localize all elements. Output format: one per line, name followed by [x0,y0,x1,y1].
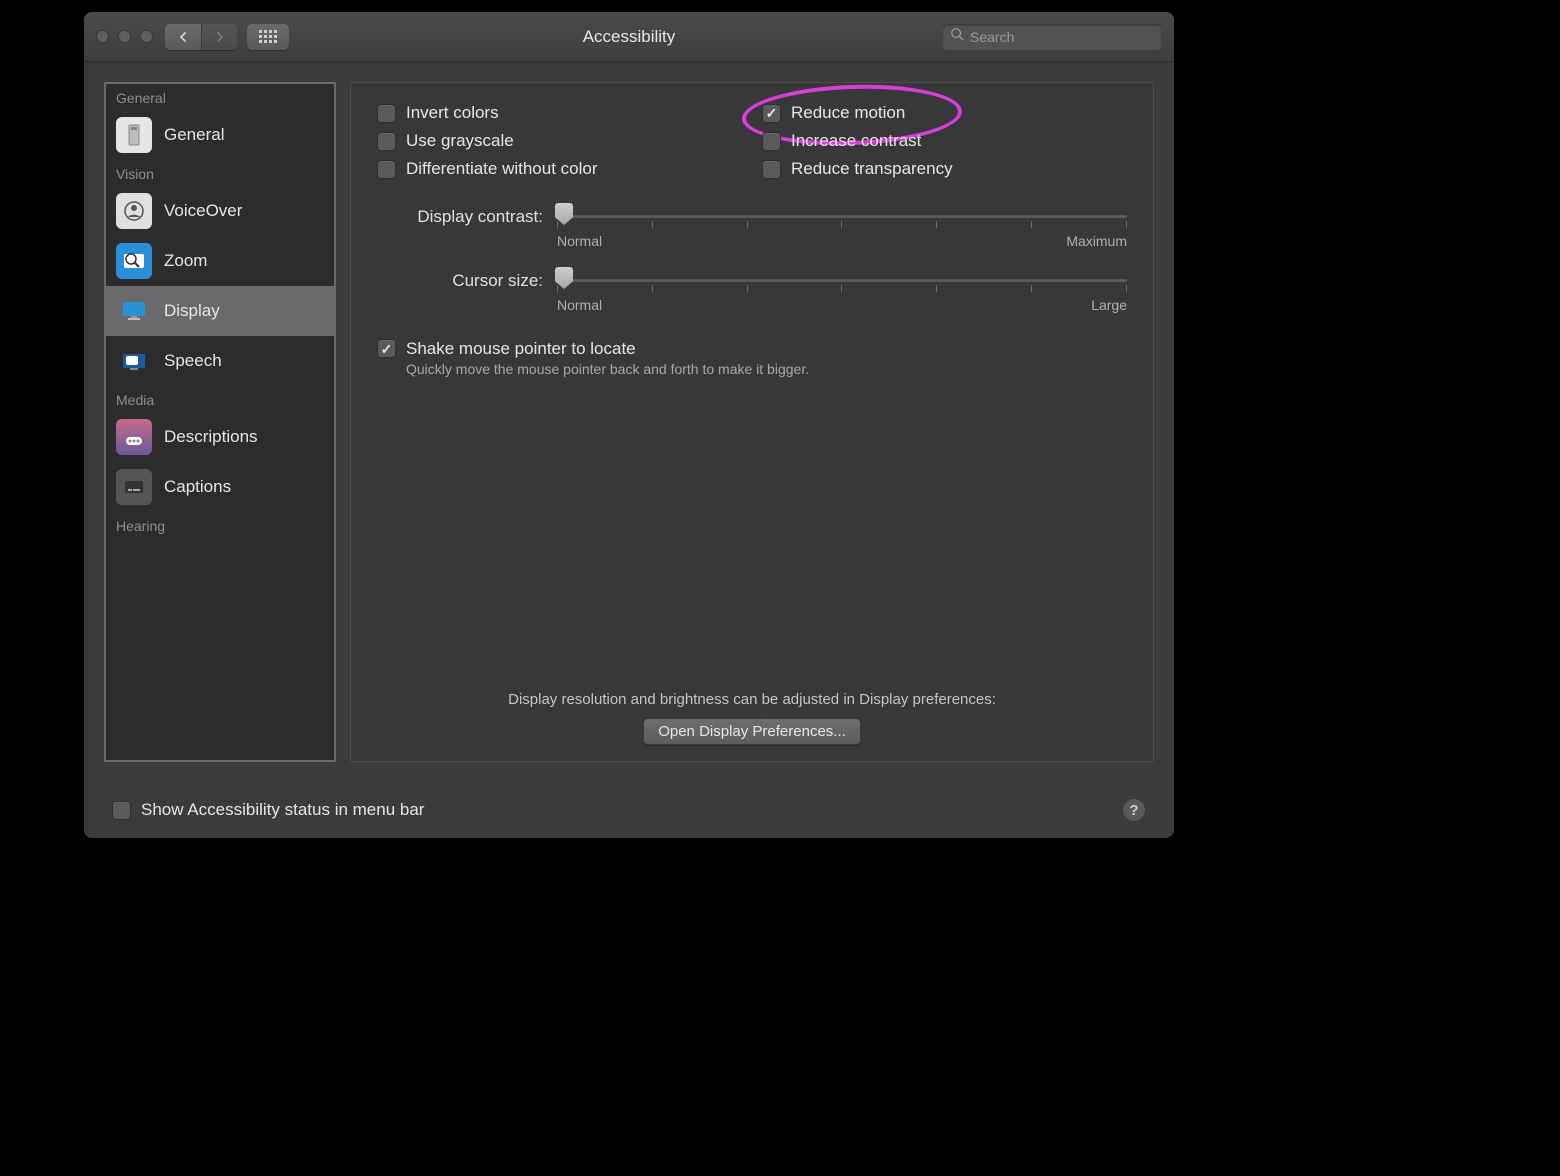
sidebar-section-media: Media [106,386,334,412]
reduce-motion-checkbox[interactable] [762,104,781,123]
footer: Show Accessibility status in menu bar ? [84,782,1174,838]
cursor-max-label: Large [1091,297,1127,313]
invert-colors-label: Invert colors [406,103,499,123]
search-field[interactable] [942,24,1162,50]
sidebar-item-label: VoiceOver [164,201,242,221]
accessibility-window: Accessibility General General Vision [84,12,1174,838]
close-window-button[interactable] [96,30,109,43]
display-options-grid: Invert colors Reduce motion Use grayscal… [377,103,1127,179]
traffic-lights [96,30,153,43]
increase-contrast-checkbox[interactable] [762,132,781,151]
shake-row: Shake mouse pointer to locate Quickly mo… [377,339,1127,377]
voiceover-icon [116,193,152,229]
sidebar-item-speech[interactable]: Speech [106,336,334,386]
display-contrast-label: Display contrast: [377,205,557,227]
differentiate-checkbox[interactable] [377,160,396,179]
reduce-transparency-label: Reduce transparency [791,159,953,179]
zoom-window-button[interactable] [140,30,153,43]
sidebar-item-voiceover[interactable]: VoiceOver [106,186,334,236]
search-icon [950,27,970,46]
sidebar-item-display[interactable]: Display [106,286,334,336]
reduce-motion-label: Reduce motion [791,103,905,123]
increase-contrast-label: Increase contrast [791,131,921,151]
contrast-min-label: Normal [557,233,602,249]
descriptions-icon [116,419,152,455]
show-status-row: Show Accessibility status in menu bar [112,800,424,820]
search-input[interactable] [970,29,1154,45]
use-grayscale-checkbox[interactable] [377,132,396,151]
sidebar-section-vision: Vision [106,160,334,186]
reduce-transparency-checkbox[interactable] [762,160,781,179]
cursor-size-row: Cursor size: Normal Large [377,269,1127,313]
display-icon [116,293,152,329]
back-button[interactable] [165,24,201,50]
sidebar-item-label: Display [164,301,220,321]
show-status-label: Show Accessibility status in menu bar [141,800,424,820]
open-display-preferences-button[interactable]: Open Display Preferences... [643,718,861,745]
contrast-max-label: Maximum [1066,233,1127,249]
zoom-icon [116,243,152,279]
help-button[interactable]: ? [1122,798,1146,822]
cursor-size-slider[interactable] [557,269,1127,291]
sidebar-item-label: Zoom [164,251,207,271]
display-panel: Invert colors Reduce motion Use grayscal… [350,82,1154,762]
sidebar[interactable]: General General Vision VoiceOver Zoom [104,82,336,762]
bottom-note-text: Display resolution and brightness can be… [377,691,1127,708]
forward-button[interactable] [201,24,237,50]
use-grayscale-label: Use grayscale [406,131,514,151]
speech-icon [116,343,152,379]
titlebar: Accessibility [84,12,1174,62]
sidebar-section-hearing: Hearing [106,512,334,538]
shake-heading: Shake mouse pointer to locate [406,339,809,359]
invert-colors-checkbox[interactable] [377,104,396,123]
show-all-button[interactable] [247,24,289,50]
differentiate-row: Differentiate without color [377,159,742,179]
content: General General Vision VoiceOver Zoom [84,62,1174,782]
sidebar-item-label: General [164,125,224,145]
shake-checkbox[interactable] [377,339,396,358]
sidebar-item-descriptions[interactable]: Descriptions [106,412,334,462]
differentiate-label: Differentiate without color [406,159,598,179]
invert-colors-row: Invert colors [377,103,742,123]
minimize-window-button[interactable] [118,30,131,43]
increase-contrast-row: Increase contrast [762,131,1127,151]
cursor-min-label: Normal [557,297,602,313]
display-contrast-slider[interactable] [557,205,1127,227]
sidebar-item-label: Captions [164,477,231,497]
nav-back-forward [165,24,237,50]
sidebar-item-label: Descriptions [164,427,258,447]
general-icon [116,117,152,153]
cursor-size-label: Cursor size: [377,269,557,291]
bottom-note: Display resolution and brightness can be… [377,651,1127,745]
show-status-checkbox[interactable] [112,801,131,820]
captions-icon [116,469,152,505]
use-grayscale-row: Use grayscale [377,131,742,151]
sidebar-item-captions[interactable]: Captions [106,462,334,512]
reduce-transparency-row: Reduce transparency [762,159,1127,179]
reduce-motion-row: Reduce motion [762,103,1127,123]
display-contrast-row: Display contrast: Normal Maximum [377,205,1127,249]
sidebar-section-general: General [106,84,334,110]
sidebar-item-label: Speech [164,351,222,371]
grid-icon [259,30,277,43]
shake-sub: Quickly move the mouse pointer back and … [406,361,809,377]
sidebar-item-zoom[interactable]: Zoom [106,236,334,286]
sidebar-item-general[interactable]: General [106,110,334,160]
